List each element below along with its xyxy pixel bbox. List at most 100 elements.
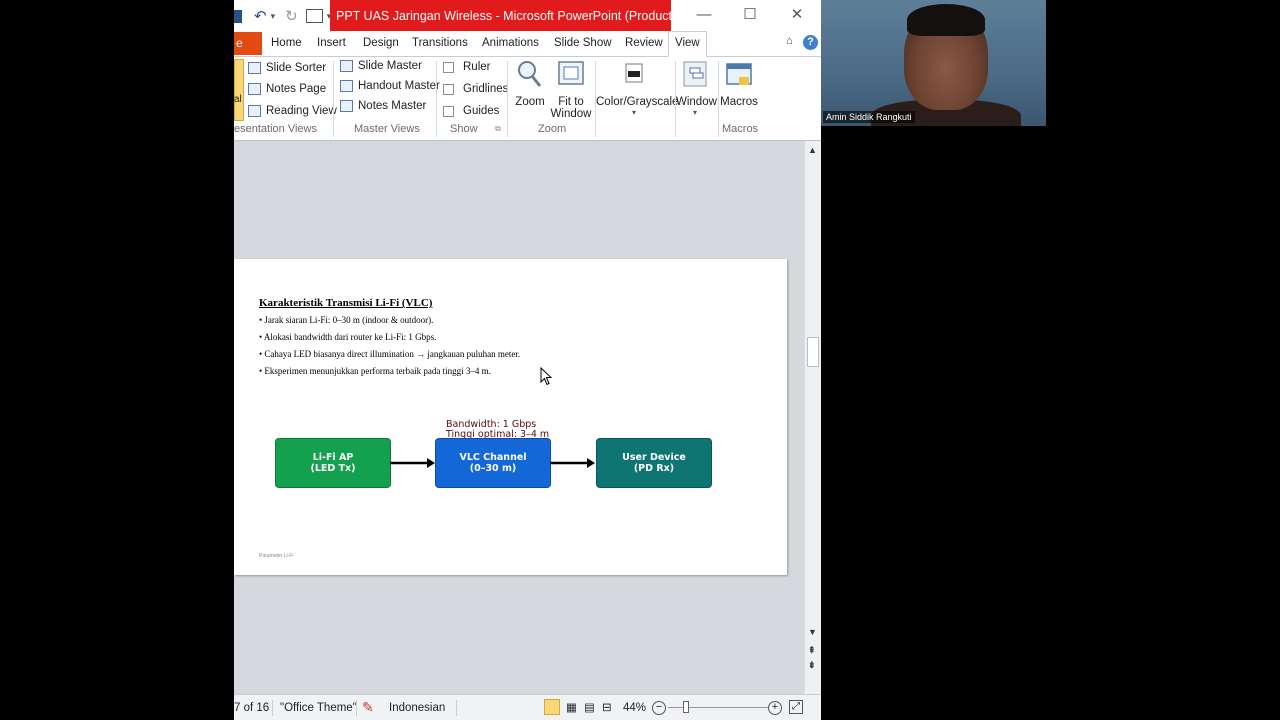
theme-name[interactable]: "Office Theme" <box>280 702 357 714</box>
bullet-item[interactable]: • Jarak siaran Li-Fi: 0–30 m (indoor & o… <box>259 315 433 325</box>
status-divider <box>272 700 273 716</box>
fit-to-window-button[interactable]: Fit to Window <box>550 59 592 120</box>
scroll-up-icon[interactable]: ▲ <box>808 145 817 155</box>
gridlines-checkbox[interactable]: Gridlines <box>443 83 508 95</box>
box-line: (LED Tx) <box>310 463 356 474</box>
ruler-checkbox[interactable]: Ruler <box>443 61 490 73</box>
arrow-connector <box>550 458 595 468</box>
slide-sorter-label: Slide Sorter <box>266 62 327 74</box>
vertical-scrollbar[interactable]: ▲ ▼ ⇞ ⇟ <box>804 141 821 694</box>
guides-checkbox[interactable]: Guides <box>443 105 499 117</box>
notes-page-button[interactable]: Notes Page <box>248 83 326 95</box>
ribbon-view: al Slide Sorter Notes Page Reading View … <box>234 57 821 141</box>
slide-sorter-icon <box>248 62 261 74</box>
scroll-thumb[interactable] <box>807 337 819 367</box>
group-separator <box>436 61 437 137</box>
macros-label: Macros <box>720 96 758 108</box>
reading-view-icon <box>248 105 261 117</box>
fit-to-window-label-2: Window <box>550 108 592 120</box>
redo-icon[interactable]: ↻ <box>285 7 298 25</box>
bullet-item[interactable]: • Alokasi bandwidth dari router ke Li-Fi… <box>259 332 436 342</box>
group-label-show: Show <box>450 123 478 135</box>
maximize-button[interactable]: ☐ <box>735 4 765 26</box>
dialog-launcher-icon[interactable]: ⧉ <box>495 124 501 134</box>
participant-name: Amin Siddik Rangkuti <box>823 111 915 123</box>
zoom-button[interactable]: Zoom <box>514 59 546 108</box>
diagram-box-user-device[interactable]: User Device (PD Rx) <box>596 438 712 488</box>
diagram-box-vlc-channel[interactable]: VLC Channel (0–30 m) <box>435 438 551 488</box>
zoom-level[interactable]: 44% <box>623 702 646 714</box>
reading-view-button[interactable]: Reading View <box>248 105 337 117</box>
notes-page-label: Notes Page <box>266 83 327 95</box>
tab-slide-show[interactable]: Slide Show <box>554 32 612 55</box>
powerpoint-window: ↶ ▾ ↻ ▾ PPT UAS Jaringan Wireless - Micr… <box>234 0 821 720</box>
gridlines-label: Gridlines <box>463 83 509 95</box>
fit-to-window-label-1: Fit to <box>558 96 584 108</box>
normal-view-status-icon[interactable] <box>544 699 560 715</box>
next-slide-icon[interactable]: ⇟ <box>808 660 816 671</box>
status-bar: 7 of 16 "Office Theme" ✎ Indonesian ▦ ▤ … <box>234 694 821 720</box>
close-button[interactable]: ✕ <box>782 4 812 26</box>
slide-master-button[interactable]: Slide Master <box>340 60 422 72</box>
box-line: (0–30 m) <box>469 463 517 474</box>
undo-icon[interactable]: ↶ <box>254 7 267 25</box>
gridlines-checkbox-box[interactable] <box>443 83 454 95</box>
video-participant-tile[interactable]: Amin Siddik Rangkuti <box>821 0 1046 126</box>
slide-sorter-status-icon[interactable]: ▦ <box>566 700 577 714</box>
group-label-master-views: Master Views <box>354 123 420 135</box>
slide-sorter-button[interactable]: Slide Sorter <box>248 62 326 74</box>
slide[interactable]: Karakteristik Transmisi Li-Fi (VLC) • Ja… <box>234 259 787 575</box>
bullet-item[interactable]: • Eksperimen menunjukkan performa terbai… <box>259 366 491 376</box>
window-icon <box>683 61 707 87</box>
scroll-down-icon[interactable]: ▼ <box>808 627 817 637</box>
zoom-out-icon[interactable]: − <box>652 701 666 715</box>
tab-insert[interactable]: Insert <box>317 32 346 55</box>
print-preview-icon[interactable] <box>305 9 323 23</box>
tab-home[interactable]: Home <box>271 32 302 55</box>
bullet-item[interactable]: • Cahaya LED biasanya direct illuminatio… <box>259 349 520 359</box>
status-divider <box>456 700 457 716</box>
reading-view-label: Reading View <box>266 105 337 117</box>
color-grayscale-label: Color/Grayscale <box>596 96 679 108</box>
tab-transitions[interactable]: Transitions <box>412 32 468 55</box>
handout-master-icon <box>340 80 353 92</box>
fit-slide-icon[interactable]: ⤢ <box>789 700 803 714</box>
slide-master-icon <box>340 60 353 72</box>
minimize-button[interactable]: — <box>689 4 719 26</box>
group-label-macros: Macros <box>722 123 759 135</box>
zoom-slider-thumb[interactable] <box>683 701 689 713</box>
diagram-box-lifi-ap[interactable]: Li-Fi AP (LED Tx) <box>275 438 391 488</box>
tab-design[interactable]: Design <box>363 32 399 55</box>
handout-master-button[interactable]: Handout Master <box>340 80 440 92</box>
guides-checkbox-box[interactable] <box>443 105 454 117</box>
window-title: PPT UAS Jaringan Wireless - Microsoft Po… <box>330 0 671 31</box>
box-line: Li-Fi AP <box>312 452 354 463</box>
tab-review[interactable]: Review <box>625 32 663 55</box>
slide-workspace[interactable]: Karakteristik Transmisi Li-Fi (VLC) • Ja… <box>234 141 804 694</box>
ruler-checkbox-box[interactable] <box>443 61 454 73</box>
macros-button[interactable]: Macros <box>720 59 758 108</box>
normal-view-button[interactable] <box>234 59 244 121</box>
tab-view[interactable]: View <box>668 31 707 57</box>
slide-counter: 7 of 16 <box>234 702 270 714</box>
undo-dropdown-icon[interactable]: ▾ <box>271 11 276 22</box>
language[interactable]: Indonesian <box>389 702 445 714</box>
zoom-in-icon[interactable]: + <box>768 701 782 715</box>
proofing-icon[interactable]: ✎ <box>362 699 374 716</box>
notes-master-button[interactable]: Notes Master <box>340 100 426 112</box>
tab-animations[interactable]: Animations <box>482 32 539 55</box>
help-icon[interactable]: ? <box>803 35 818 50</box>
previous-slide-icon[interactable]: ⇞ <box>808 645 816 656</box>
window-button[interactable]: Window ▾ <box>676 59 717 117</box>
color-grayscale-button[interactable]: Color/Grayscale ▾ <box>596 59 679 117</box>
ribbon-tabs: e Home Insert Design Transitions Animati… <box>234 31 821 57</box>
fit-to-window-icon <box>558 61 584 85</box>
slide-show-status-icon[interactable]: ⊟ <box>602 700 612 714</box>
save-icon[interactable] <box>234 9 242 23</box>
ribbon-collapse-icon[interactable]: ⌂ <box>786 35 793 47</box>
mouse-cursor-icon <box>540 367 553 386</box>
tab-file[interactable]: e <box>234 32 262 55</box>
reading-view-status-icon[interactable]: ▤ <box>584 700 595 714</box>
slide-title[interactable]: Karakteristik Transmisi Li-Fi (VLC) <box>259 297 432 309</box>
box-line: (PD Rx) <box>633 463 675 474</box>
